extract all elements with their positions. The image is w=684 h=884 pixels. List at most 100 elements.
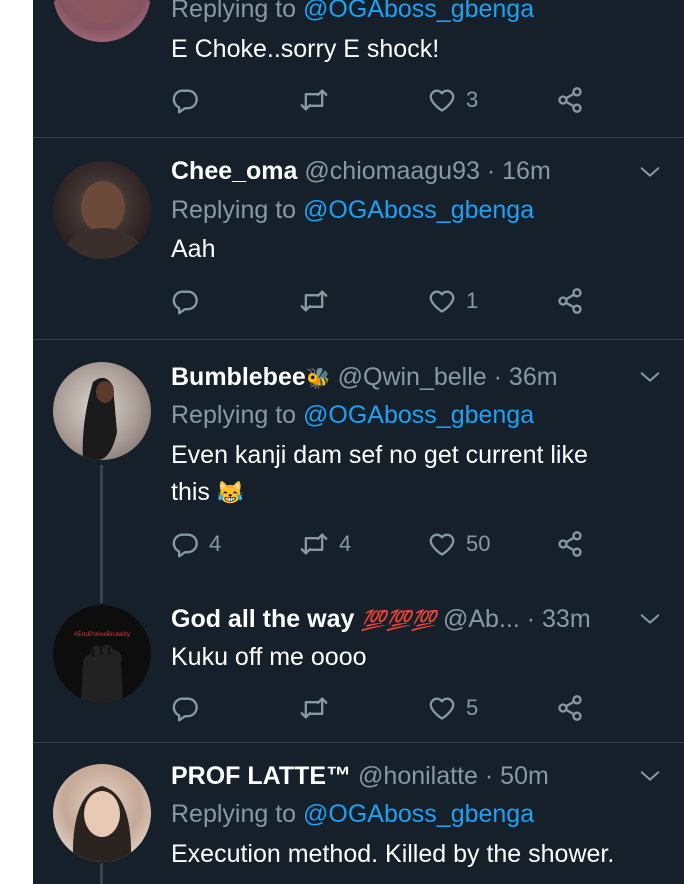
tweet-time[interactable]: · 36m — [494, 363, 558, 391]
replying-handle-link[interactable]: @OGAboss_gbenga — [303, 196, 534, 224]
share-button[interactable] — [556, 83, 584, 117]
avatar[interactable] — [53, 362, 151, 460]
like-count: 5 — [466, 695, 479, 720]
display-name[interactable]: Chee_oma — [171, 157, 297, 185]
like-button[interactable]: 5 — [428, 691, 478, 725]
avatar-image — [72, 786, 132, 862]
like-icon — [428, 287, 456, 315]
retweet-button[interactable] — [299, 691, 329, 725]
tweet-text-line-1: Even kanji dam sef no get current like — [171, 441, 588, 469]
retweet-icon — [299, 530, 329, 558]
retweet-icon — [299, 694, 329, 722]
share-icon — [556, 694, 584, 722]
tweet-header: Bumblebee🐝 @Qwin_belle · 36m — [171, 360, 558, 396]
tweet-actions: 4 4 50 — [171, 527, 651, 561]
tweet-text-line-2: this 😹 — [171, 475, 244, 510]
replying-to: Replying to @OGAboss_gbenga — [171, 398, 534, 432]
tweet-thread: Bumblebee🐝 @Qwin_belle · 36m Replying to… — [33, 340, 684, 743]
tweet-emoji: 😹 — [216, 480, 245, 505]
reply-icon — [171, 287, 199, 315]
tweet-header: Chee_oma @chiomaagu93 · 16m — [171, 154, 551, 188]
share-icon — [556, 530, 584, 558]
retweet-icon — [299, 287, 329, 315]
chevron-down-icon[interactable] — [639, 608, 661, 630]
retweet-icon — [299, 86, 329, 114]
user-handle[interactable]: @honilatte — [358, 762, 478, 790]
reply-count: 4 — [209, 531, 222, 556]
like-count: 50 — [466, 531, 491, 556]
reply-button[interactable]: 4 — [171, 527, 221, 561]
user-handle[interactable]: @Ab... — [443, 605, 520, 633]
like-count: 1 — [466, 288, 479, 313]
tweet-actions: 3 — [171, 83, 651, 117]
name-emoji: 💯💯💯 — [361, 610, 437, 632]
avatar[interactable] — [53, 0, 151, 42]
replying-to: Replying to @OGAboss_gbenga — [171, 0, 534, 26]
like-button[interactable]: 3 — [428, 83, 478, 117]
reply-icon — [171, 86, 199, 114]
tweet-actions: 5 — [171, 691, 651, 725]
tweet[interactable]: PROF LATTE™ @honilatte · 50m Replying to… — [33, 743, 684, 884]
replying-label: Replying to — [171, 800, 297, 828]
retweet-count: 4 — [339, 531, 352, 556]
like-button[interactable]: 50 — [428, 527, 490, 561]
tweet[interactable]: #EndPoliceBrutality God all the way 💯💯💯 … — [33, 588, 684, 742]
like-count: 3 — [466, 87, 479, 112]
tweet-time[interactable]: · 16m — [487, 157, 551, 185]
user-handle[interactable]: @chiomaagu93 — [304, 157, 480, 185]
chevron-down-icon[interactable] — [639, 161, 661, 183]
thread-line — [100, 863, 103, 884]
thread-line — [100, 465, 103, 603]
like-icon — [428, 694, 456, 722]
tweet[interactable]: Chee_oma @chiomaagu93 · 16m Replying to … — [33, 137, 684, 340]
like-icon — [428, 530, 456, 558]
tweet-text: Aah — [171, 235, 216, 263]
share-button[interactable] — [556, 284, 584, 318]
avatar-image — [82, 377, 117, 460]
replying-handle-link[interactable]: @OGAboss_gbenga — [303, 0, 534, 23]
reply-button[interactable] — [171, 691, 199, 725]
replying-to: Replying to @OGAboss_gbenga — [171, 193, 534, 227]
like-button[interactable]: 1 — [428, 284, 478, 318]
user-handle[interactable]: @Qwin_belle — [338, 363, 487, 391]
display-name[interactable]: PROF LATTE™ — [171, 762, 351, 790]
avatar[interactable]: #EndPoliceBrutality — [53, 605, 151, 703]
replying-label: Replying to — [171, 0, 297, 23]
avatar-image: #EndPoliceBrutality — [74, 631, 131, 703]
tweet-text: Kuku off me oooo — [171, 643, 367, 671]
reply-icon — [171, 530, 199, 558]
tweet-time[interactable]: · 33m — [527, 605, 591, 633]
tweet-header: PROF LATTE™ @honilatte · 50m — [171, 759, 549, 793]
share-button[interactable] — [556, 691, 584, 725]
replying-handle-link[interactable]: @OGAboss_gbenga — [303, 401, 534, 429]
share-button[interactable] — [556, 527, 584, 561]
name-emoji: 🐝 — [305, 368, 331, 390]
display-name[interactable]: God all the way — [171, 605, 354, 633]
avatar[interactable] — [53, 764, 151, 862]
avatar-caption: #EndPoliceBrutality — [74, 631, 131, 638]
share-icon — [556, 86, 584, 114]
replying-label: Replying to — [171, 401, 297, 429]
retweet-button[interactable]: 4 — [299, 527, 351, 561]
replying-to: Replying to @OGAboss_gbenga — [171, 797, 534, 831]
tweet-text: E Choke..sorry E shock! — [171, 35, 440, 63]
share-icon — [556, 287, 584, 315]
display-name[interactable]: Bumblebee — [171, 363, 306, 391]
tweet[interactable]: Replying to @OGAboss_gbenga E Choke..sor… — [33, 0, 684, 138]
replying-handle-link[interactable]: @OGAboss_gbenga — [303, 800, 534, 828]
chevron-down-icon[interactable] — [639, 366, 661, 388]
tweet-text: Execution method. Killed by the shower. — [171, 840, 615, 868]
avatar-image — [53, 0, 151, 42]
tweet-header: God all the way 💯💯💯 @Ab... · 33m — [171, 602, 591, 638]
reply-button[interactable] — [171, 83, 199, 117]
tweet-timeline: Replying to @OGAboss_gbenga E Choke..sor… — [33, 0, 684, 884]
retweet-button[interactable] — [299, 83, 329, 117]
reply-button[interactable] — [171, 284, 199, 318]
replying-label: Replying to — [171, 196, 297, 224]
tweet-actions: 1 — [171, 284, 651, 318]
retweet-button[interactable] — [299, 284, 329, 318]
avatar[interactable] — [53, 161, 151, 259]
avatar-image — [63, 181, 143, 259]
tweet-time[interactable]: · 50m — [485, 762, 549, 790]
chevron-down-icon[interactable] — [639, 765, 661, 787]
